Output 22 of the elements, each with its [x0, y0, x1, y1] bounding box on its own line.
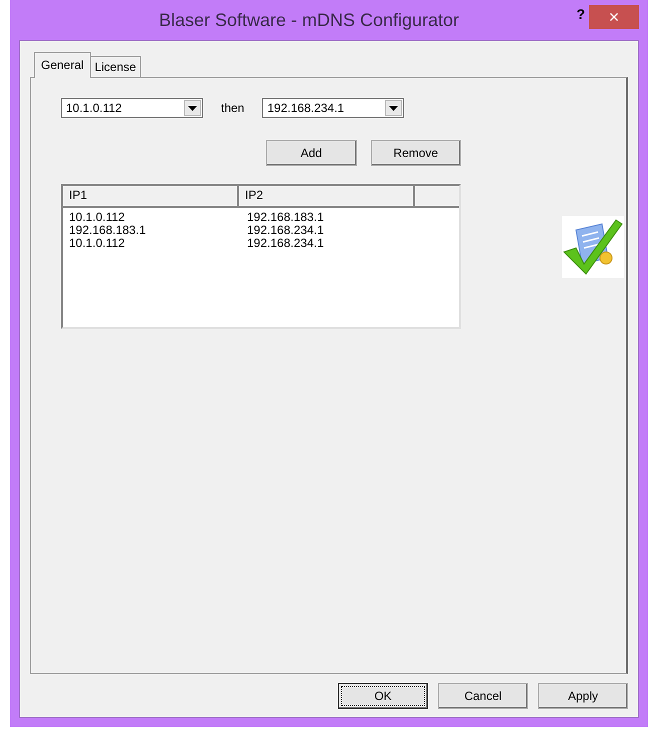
table-cell-text: 10.1.0.112: [68, 237, 126, 250]
certificate-check-icon: [562, 216, 624, 278]
apply-button[interactable]: Apply: [538, 682, 628, 708]
cancel-button[interactable]: Cancel: [438, 682, 528, 708]
column-header[interactable]: IP1: [63, 186, 239, 206]
table-cell-text: 10.1.0.112: [68, 211, 126, 224]
help-button[interactable]: ?: [572, 6, 589, 22]
column-header[interactable]: IP2: [239, 186, 415, 206]
close-button[interactable]: ×: [589, 5, 639, 29]
remove-button[interactable]: Remove: [370, 140, 461, 166]
tab[interactable]: General: [34, 52, 91, 78]
ip-dropdown[interactable]: 10.1.0.112: [61, 98, 203, 118]
table-cell-text: 192.168.234.1: [247, 237, 325, 250]
ok-button[interactable]: OK: [338, 682, 428, 708]
tab[interactable]: License: [90, 56, 142, 77]
connector-label: then: [221, 101, 244, 115]
window-title: Blaser Software - mDNS Configurator: [158, 10, 460, 30]
table-cell-text: 192.168.183.1: [68, 224, 147, 237]
table-cell-text: 192.168.234.1: [247, 224, 325, 237]
add-button[interactable]: Add: [266, 140, 356, 166]
table-cell-text: 192.168.183.1: [247, 211, 325, 224]
ip-dropdown[interactable]: 192.168.234.1: [262, 98, 404, 118]
